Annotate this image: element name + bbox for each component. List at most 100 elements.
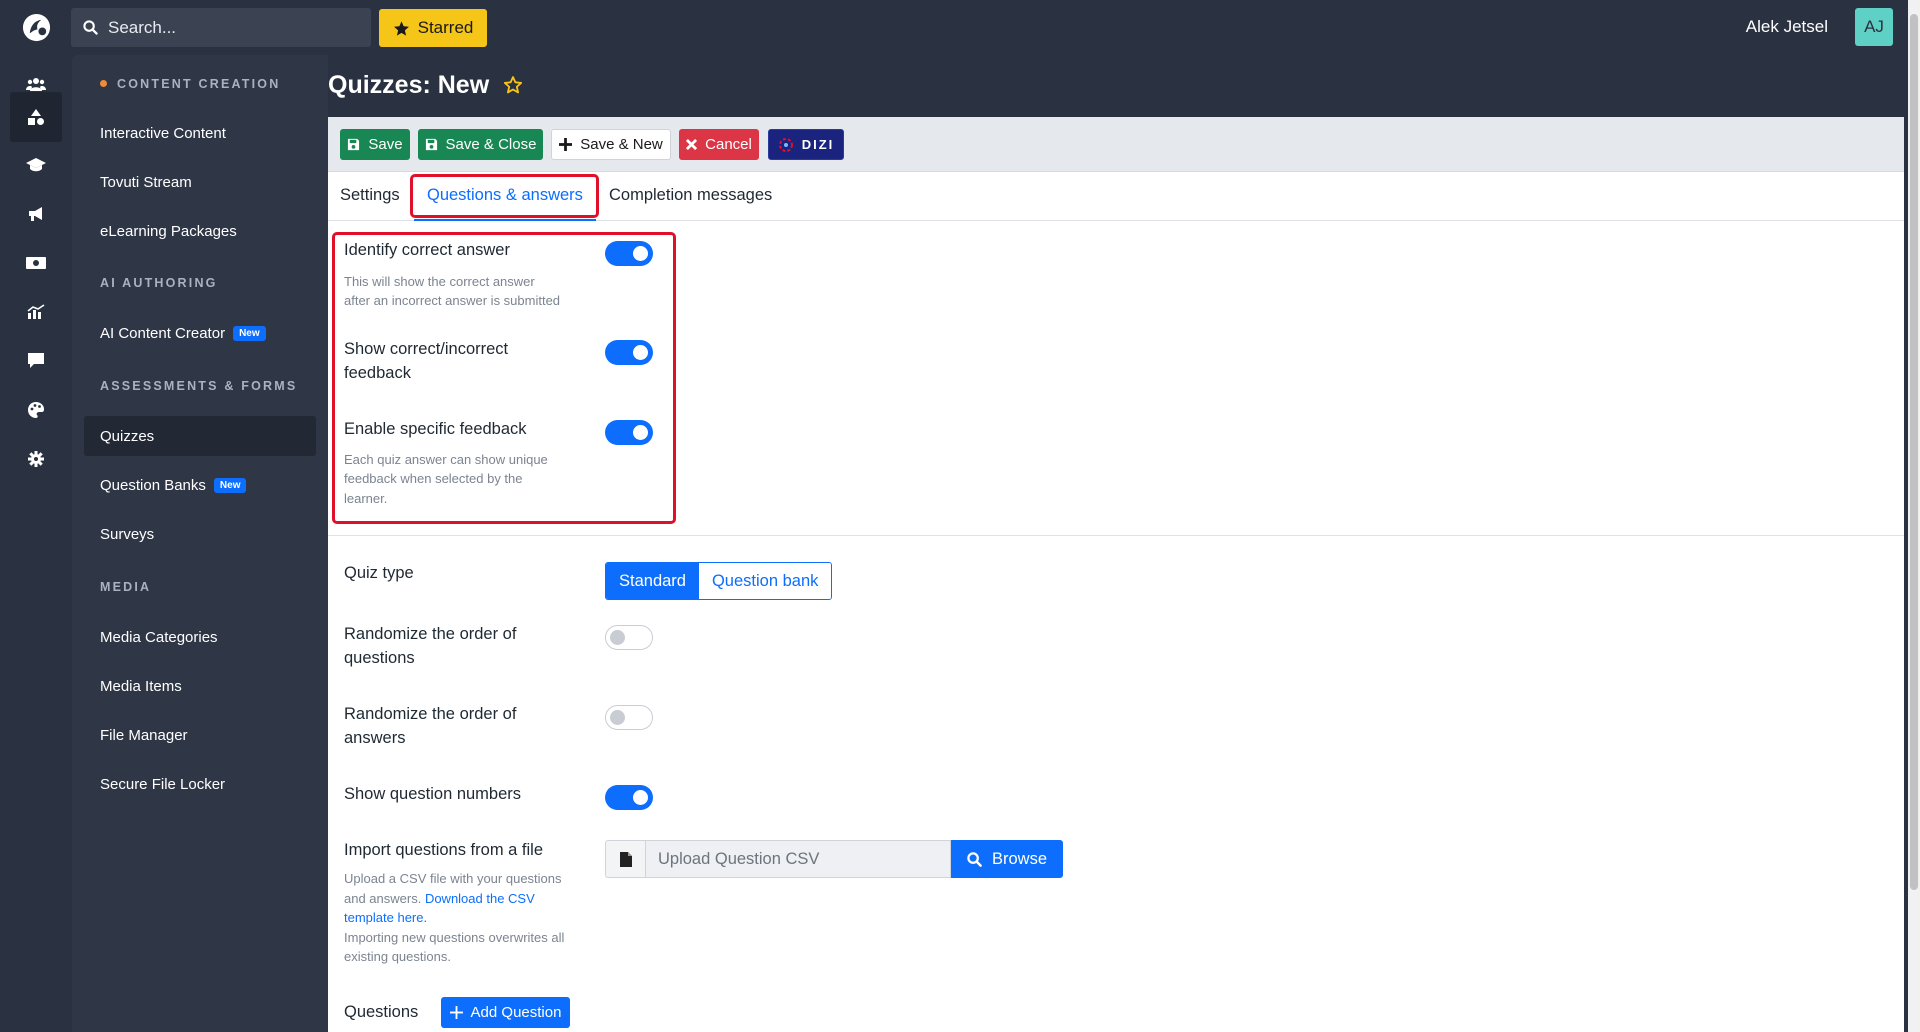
download-csv-link[interactable]: Download the CSV	[425, 891, 535, 906]
tab-settings[interactable]: Settings	[340, 186, 400, 205]
dizi-logo-icon	[778, 137, 793, 152]
randomize-answers-toggle[interactable]	[605, 705, 653, 730]
starred-label: Starred	[417, 18, 474, 37]
save-close-label: Save & Close	[445, 136, 537, 153]
quiz-type-standard-option[interactable]: Standard	[606, 563, 699, 599]
add-question-button[interactable]: Add Question	[441, 997, 570, 1028]
rail-content[interactable]	[10, 92, 62, 142]
quiz-type-label: Quiz type	[344, 564, 414, 582]
sidebar-item-tovuti-stream[interactable]: Tovuti Stream	[84, 162, 316, 202]
save-new-button[interactable]: Save & New	[551, 129, 671, 160]
import-help-2: and answers. Download the CSV	[344, 891, 535, 906]
chat-icon	[28, 352, 44, 368]
main-content: Save Save & Close Save & New Cancel DIZI…	[328, 117, 1904, 1032]
randomize-questions-label-2: questions	[344, 649, 415, 667]
rail-settings[interactable]	[10, 434, 62, 484]
gear-icon	[28, 451, 44, 467]
section-header-assessments-forms: ASSESSMENTS & FORMS	[100, 379, 298, 393]
avatar[interactable]: AJ	[1855, 8, 1893, 46]
shapes-icon	[28, 109, 44, 125]
plus-icon	[559, 138, 573, 151]
template-link[interactable]: template here.	[344, 910, 427, 925]
section-dot	[100, 80, 107, 88]
floppy-icon	[348, 138, 360, 151]
identify-correct-help-2: after an incorrect answer is submitted	[344, 293, 561, 308]
megaphone-icon	[29, 207, 42, 221]
sidebar-item-ai-content-creator[interactable]: AI Content Creator New	[84, 313, 316, 353]
sidebar-item-file-manager[interactable]: File Manager	[84, 715, 316, 755]
rail-ecommerce[interactable]	[10, 238, 62, 288]
sidebar-item-label: AI Content Creator	[100, 324, 226, 342]
randomize-answers-label-1: Randomize the order of	[344, 705, 517, 723]
search-icon	[83, 20, 98, 35]
starred-button[interactable]: Starred	[379, 9, 487, 47]
sidebar-item-secure-file-locker[interactable]: Secure File Locker	[84, 764, 316, 804]
new-badge: New	[233, 325, 266, 341]
import-label: Import questions from a file	[344, 841, 543, 859]
top-bar: Search... Starred Alek Jetsel AJ	[0, 0, 1920, 55]
highlight-box-tab	[410, 174, 599, 218]
active-tab-indicator	[414, 219, 596, 221]
sidebar-item-interactive-content[interactable]: Interactive Content	[84, 113, 316, 153]
save-new-label: Save & New	[580, 136, 663, 153]
identify-correct-toggle[interactable]	[605, 241, 653, 266]
show-feedback-label-1: Show correct/incorrect	[344, 340, 509, 358]
search-icon	[967, 851, 982, 867]
sidebar-item-label: Question Banks	[100, 476, 206, 494]
specific-feedback-label: Enable specific feedback	[344, 420, 527, 438]
specific-feedback-toggle[interactable]	[605, 420, 653, 445]
sidebar-item-quizzes[interactable]: Quizzes	[84, 416, 316, 456]
plus-icon	[449, 1006, 463, 1019]
import-help-4: existing questions.	[344, 949, 451, 964]
search-placeholder: Search...	[108, 17, 177, 37]
add-question-label: Add Question	[470, 1004, 562, 1021]
sidebar-item-media-items[interactable]: Media Items	[84, 666, 316, 706]
import-help-link: template here.	[344, 908, 427, 928]
show-feedback-label-2: feedback	[344, 364, 411, 382]
section-divider	[328, 535, 1904, 536]
page-title: Quizzes: New	[328, 71, 490, 99]
dizi-button[interactable]: DIZI	[768, 129, 844, 160]
randomize-answers-label-2: answers	[344, 729, 406, 747]
new-badge: New	[213, 477, 247, 493]
browse-label: Browse	[991, 849, 1048, 868]
save-button[interactable]: Save	[340, 129, 410, 160]
import-help-1: Upload a CSV file with your questions	[344, 871, 562, 886]
chart-icon	[27, 304, 45, 319]
cancel-label: Cancel	[705, 136, 752, 153]
rail-branding[interactable]	[10, 385, 62, 435]
csv-upload-field[interactable]: Upload Question CSV	[645, 840, 951, 878]
star-icon	[393, 20, 409, 36]
identify-correct-help-1: This will show the correct answer	[344, 274, 535, 289]
sidebar-item-media-categories[interactable]: Media Categories	[84, 617, 316, 657]
sidebar-item-surveys[interactable]: Surveys	[84, 514, 316, 554]
randomize-questions-toggle[interactable]	[605, 625, 653, 650]
question-numbers-toggle[interactable]	[605, 785, 653, 810]
section-header-media: MEDIA	[100, 580, 152, 594]
page-scrollbar[interactable]	[1908, 0, 1920, 1032]
quiz-type-question-bank-option[interactable]: Question bank	[698, 563, 832, 599]
close-icon	[686, 139, 698, 150]
rail-courses[interactable]	[10, 140, 62, 190]
tovuti-logo-icon[interactable]	[21, 12, 52, 43]
money-icon	[26, 257, 46, 269]
import-help-3: Importing new questions overwrites all	[344, 930, 565, 945]
favorite-star-icon[interactable]	[503, 75, 523, 95]
search-input[interactable]: Search...	[71, 8, 371, 47]
user-name[interactable]: Alek Jetsel	[1746, 17, 1828, 37]
scrollbar-thumb[interactable]	[1910, 14, 1918, 890]
cancel-button[interactable]: Cancel	[679, 129, 759, 160]
show-feedback-toggle[interactable]	[605, 340, 653, 365]
palette-icon	[28, 402, 44, 418]
rail-messages[interactable]	[10, 335, 62, 385]
save-close-button[interactable]: Save & Close	[418, 129, 543, 160]
tab-completion-messages[interactable]: Completion messages	[609, 186, 772, 205]
browse-button[interactable]: Browse	[951, 840, 1063, 878]
rail-reports[interactable]	[10, 287, 62, 337]
graduation-cap-icon	[26, 158, 46, 172]
icon-rail	[0, 55, 72, 1032]
rail-announcements[interactable]	[10, 189, 62, 239]
dizi-label: DIZI	[801, 137, 835, 152]
sidebar-item-question-banks[interactable]: Question Banks New	[84, 465, 316, 505]
sidebar-item-elearning-packages[interactable]: eLearning Packages	[84, 211, 316, 251]
